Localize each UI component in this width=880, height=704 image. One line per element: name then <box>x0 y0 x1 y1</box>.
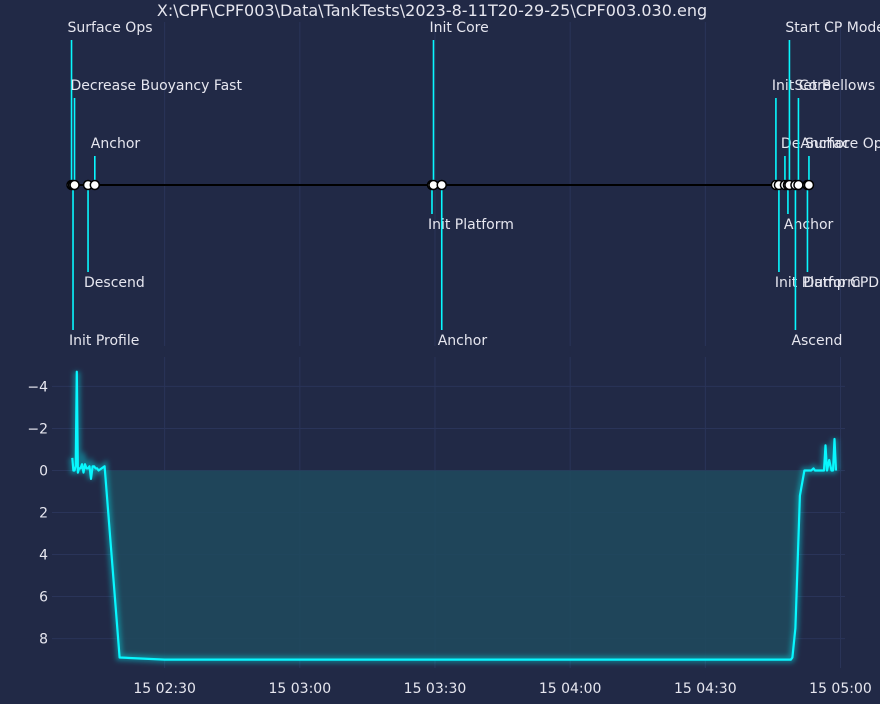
x-tick-label: 15 04:30 <box>674 681 737 697</box>
event-marker <box>69 179 80 191</box>
event-label: Init Platform <box>428 217 514 233</box>
x-tick-label: 15 02:30 <box>133 681 196 697</box>
event-marker <box>436 179 447 191</box>
x-tick-label: 15 04:00 <box>539 681 602 697</box>
x-tick-label: 15 05:00 <box>809 681 872 697</box>
event-label: Descend <box>84 275 145 291</box>
event-marker <box>803 179 815 191</box>
event-label: Init Core <box>429 20 488 36</box>
event-marker <box>89 179 101 191</box>
event-label: Surface Ops <box>68 20 153 36</box>
y-tick-label: 6 <box>39 590 48 606</box>
event-label: Init Profile <box>69 333 139 349</box>
figure-title: X:\CPF\CPF003\Data\TankTests\2023-8-11T2… <box>157 1 707 20</box>
chart-canvas: X:\CPF\CPF003\Data\TankTests\2023-8-11T2… <box>27 1 880 697</box>
y-tick-label: −2 <box>27 421 48 437</box>
x-tick-label: 15 03:00 <box>269 681 332 697</box>
event-timeline: Surface Ops Init Profile Decrease Buoyancy… <box>52 20 880 349</box>
event-label: Set Bellows <box>794 78 875 94</box>
y-tick-label: 2 <box>39 506 48 522</box>
y-tick-label: 0 <box>39 463 48 479</box>
event-label: Decrease Buoyancy Fast <box>71 78 243 94</box>
event-label: Anchor <box>91 136 141 152</box>
event-label: Ascend <box>791 333 842 349</box>
depth-plot: −4 −2 0 2 4 6 8 15 02:30 15 03:00 15 03:30 15 04:0… <box>27 357 872 697</box>
figure: X:\CPF\CPF003\Data\TankTests\2023-8-11T2… <box>0 0 880 700</box>
event-label: Dump CPData <box>803 275 880 291</box>
event-label: Start CP Mode <box>785 20 880 36</box>
event-label: Surface Ops <box>805 136 880 152</box>
event-label: Anchor <box>438 333 488 349</box>
y-tick-label: 8 <box>39 632 48 648</box>
x-tick-label: 15 03:30 <box>404 681 467 697</box>
event-marker <box>793 179 804 191</box>
y-tick-label: 4 <box>39 548 48 564</box>
y-tick-label: −4 <box>27 379 48 395</box>
event-label: Anchor <box>784 217 834 233</box>
